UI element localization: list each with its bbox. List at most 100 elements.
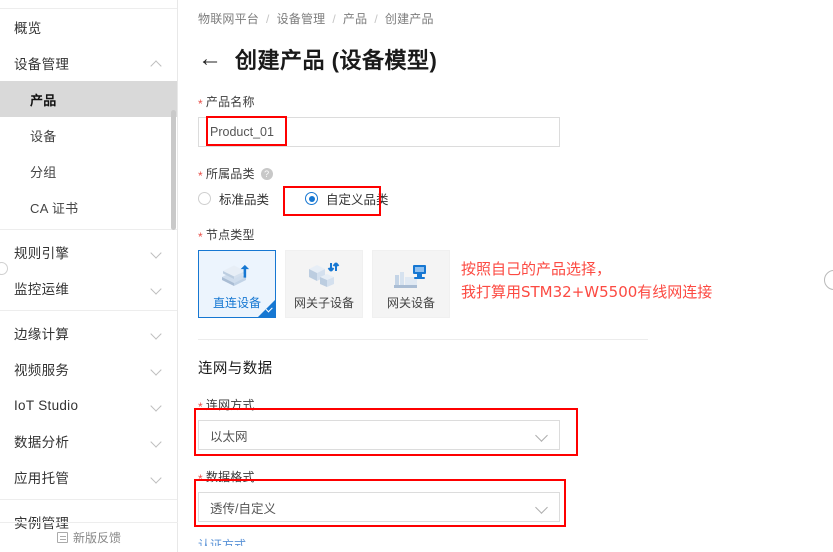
direct-device-icon [217,259,257,291]
sidebar-item-0[interactable]: 概览 [0,9,177,45]
net-method-field: * 连网方式 以太网 [198,396,833,450]
sidebar-item-label: IoT Studio [14,397,79,413]
data-format-field: * 数据格式 透传/自定义 [198,468,833,522]
page-title: 创建产品 (设备模型) [235,48,438,73]
gateway-device-icon [391,259,431,291]
feedback-icon [56,532,68,543]
check-icon [258,300,275,317]
sidebar-item-label: 应用托管 [14,471,70,486]
chevron-down-icon [151,471,163,483]
product-name-field: * 产品名称 [198,93,833,147]
help-icon[interactable]: ? [260,167,273,180]
node-type-card-2[interactable]: 网关设备 [372,250,450,318]
breadcrumb-item-2[interactable]: 产品 [343,10,367,27]
sidebar-item-7[interactable]: 监控运维 [0,270,177,306]
net-method-select[interactable]: 以太网 [198,420,560,450]
sidebar-item-3[interactable]: 设备 [0,117,177,153]
gateway-subdevice-icon [304,259,344,291]
required-asterisk: * [198,229,203,244]
sidebar-item-12[interactable]: 应用托管 [0,459,177,495]
sidebar-item-6[interactable]: 规则引擎 [0,234,177,270]
sidebar-divider [0,310,177,311]
product-name-label-text: 产品名称 [205,95,255,109]
sidebar-item-10[interactable]: IoT Studio [0,387,177,423]
data-format-label-text: 数据格式 [205,470,255,484]
annotation-line-1: 按照自己的产品选择， [461,260,612,278]
sidebar-divider [0,499,177,500]
sidebar-divider [0,229,177,230]
node-type-card-label: 网关设备 [386,296,435,310]
main-content: 物联网平台 / 设备管理 / 产品 / 创建产品 ← 创建产品 (设备模型) * 产品名称 … [178,0,833,552]
breadcrumb-item-0[interactable]: 物联网平台 [198,10,259,27]
node-type-label: * 节点类型 [198,226,833,243]
category-label-text: 所属品类 [205,167,255,181]
node-type-card-1[interactable]: 网关子设备 [285,250,363,318]
breadcrumb-item-3: 创建产品 [384,12,434,26]
sidebar: 概览设备管理产品设备分组 CA 证书规则引擎监控运维边缘计算视频服务 IoT Stu… [0,0,178,552]
chevron-down-icon [151,282,163,294]
sidebar-item-2[interactable]: 产品 [0,81,177,117]
category-radio-option-1[interactable]: 自定义品类 [291,189,411,208]
product-name-input[interactable] [198,117,560,147]
chevron-down-icon [151,435,163,447]
chevron-down-icon [151,327,163,339]
breadcrumb-separator: / [266,11,270,26]
required-asterisk: * [198,399,203,414]
sidebar-item-label: 监控运维 [14,282,70,297]
sidebar-item-5[interactable]: CA 证书 [0,189,177,225]
net-method-label-text: 连网方式 [205,398,255,412]
sidebar-item-label: 视频服务 [14,363,70,378]
required-asterisk: * [198,471,203,486]
category-radio-group: 标准品类 自定义品类 [198,189,833,208]
breadcrumb: 物联网平台 / 设备管理 / 产品 / 创建产品 [198,0,833,27]
sidebar-item-label: 数据分析 [14,435,70,450]
sidebar-item-11[interactable]: 数据分析 [0,423,177,459]
sidebar-item-4[interactable]: 分组 [0,153,177,189]
section-divider [198,339,648,340]
annotation-line-2: 我打算用STM32+W5500有线网连接 [461,283,713,301]
category-label: * 所属品类 ? [198,165,833,182]
sidebar-item-label: 边缘计算 [14,327,70,342]
sidebar-item-label: 设备管理 [14,57,70,72]
sidebar-top-divider [0,0,177,9]
net-method-value: 以太网 [210,429,248,444]
category-field: * 所属品类 ? 标准品类 自定义品类 [198,165,833,208]
chevron-down-icon [151,246,163,258]
page-root: 概览 设备管理 产品 设备 分组 CA 证书 规则引擎 监控运维 边缘计算 视频服务 IoT Stu… [0,0,833,552]
sidebar-item-label: 设备 [30,128,57,144]
sidebar-scrollbar[interactable] [171,110,176,230]
breadcrumb-item-1[interactable]: 设备管理 [277,10,326,27]
radio-unselected-icon [198,192,211,205]
node-type-card-0[interactable]: 直连设备 [198,250,276,318]
chevron-down-icon [151,363,163,375]
breadcrumb-separator: / [374,11,378,26]
category-radio-label: 标准品类 [219,193,270,207]
feedback-label: 新版反馈 [72,531,121,545]
required-asterisk: * [198,96,203,111]
sidebar-item-label: 分组 [30,164,57,180]
product-name-label: * 产品名称 [198,93,833,110]
sidebar-nav: 概览设备管理产品设备分组 CA 证书规则引擎监控运维边缘计算视频服务 IoT Stu… [0,9,177,540]
back-arrow-icon[interactable]: ← [198,47,222,71]
sidebar-item-8[interactable]: 边缘计算 [0,315,177,351]
node-type-card-label: 直连设备 [212,296,261,310]
category-radio-label: 自定义品类 [326,193,389,207]
category-radio-option-0[interactable]: 标准品类 [198,189,291,208]
new-version-feedback-button[interactable]: 新版反馈 [0,522,178,552]
sidebar-item-9[interactable]: 视频服务 [0,351,177,387]
sidebar-item-label: 规则引擎 [14,246,70,261]
data-format-select[interactable]: 透传/自定义 [198,492,560,522]
sidebar-item-label: 概览 [14,21,42,36]
net-method-label: * 连网方式 [198,396,833,413]
sidebar-item-label: 产品 [30,92,57,108]
chevron-up-icon [151,57,163,69]
chevron-down-icon [151,399,163,411]
sidebar-item-label: CA 证书 [30,200,79,216]
node-type-label-text: 节点类型 [205,228,255,242]
radio-selected-icon [305,192,319,205]
auth-method-label: 认证方式 [198,538,247,546]
sidebar-item-1[interactable]: 设备管理 [0,45,177,81]
chevron-down-icon [536,429,548,441]
node-type-card-label: 网关子设备 [293,296,354,310]
section-title-network: 连网与数据 [198,361,273,377]
